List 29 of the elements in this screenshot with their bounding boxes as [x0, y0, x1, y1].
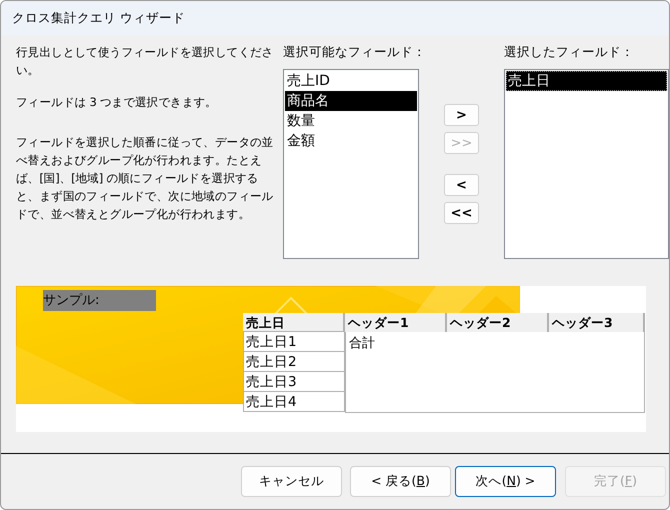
- move-button[interactable]: <<: [444, 202, 479, 224]
- move-button[interactable]: <: [444, 174, 479, 196]
- instruction-text: フィールドは 3 つまで選択できます。: [16, 94, 218, 111]
- list-item[interactable]: 売上ID: [285, 71, 417, 91]
- sample-label: サンプル:: [43, 290, 156, 311]
- table-cell: 売上日1: [243, 332, 345, 352]
- move-button[interactable]: >: [444, 104, 479, 126]
- column-header: ヘッダー1: [345, 313, 447, 332]
- list-item[interactable]: 数量: [285, 111, 417, 131]
- list-item[interactable]: 売上日: [506, 71, 667, 91]
- table-cell: 売上日4: [243, 392, 345, 412]
- dialog-button[interactable]: 次へ(N) >: [455, 466, 556, 497]
- column-header: 売上日: [243, 313, 345, 332]
- table-cell: 売上日2: [243, 352, 345, 372]
- column-header: ヘッダー2: [447, 313, 549, 332]
- list-label: 選択したフィールド：: [504, 43, 635, 61]
- selected-fields-list[interactable]: 売上日: [504, 69, 669, 259]
- window-title: クロス集計クエリ ウィザード: [12, 10, 185, 27]
- instruction-text: 行見出しとして使うフィールドを選択してください。: [16, 44, 274, 79]
- table-cell: 売上日3: [243, 372, 345, 392]
- dialog-button[interactable]: キャンセル: [241, 466, 342, 497]
- dialog-button[interactable]: < 戻る(B): [350, 466, 451, 497]
- column-header: ヘッダー3: [549, 313, 645, 332]
- list-item[interactable]: 金額: [285, 131, 417, 151]
- table-cell: 合計: [349, 336, 375, 351]
- available-fields-list[interactable]: 売上ID 商品名 数量 金額: [283, 69, 419, 259]
- list-item[interactable]: 商品名: [285, 91, 417, 111]
- instruction-text: フィールドを選択した順番に従って、データの並べ替えおよびグループ化が行われます。たとえば、[国]、[地域] の順にフィールドを選択すると、まず国のフィールドで、次に地域のフィールドで、並べ替えとグループ化が行われます。: [16, 134, 274, 223]
- list-label: 選択可能なフィールド：: [283, 43, 419, 61]
